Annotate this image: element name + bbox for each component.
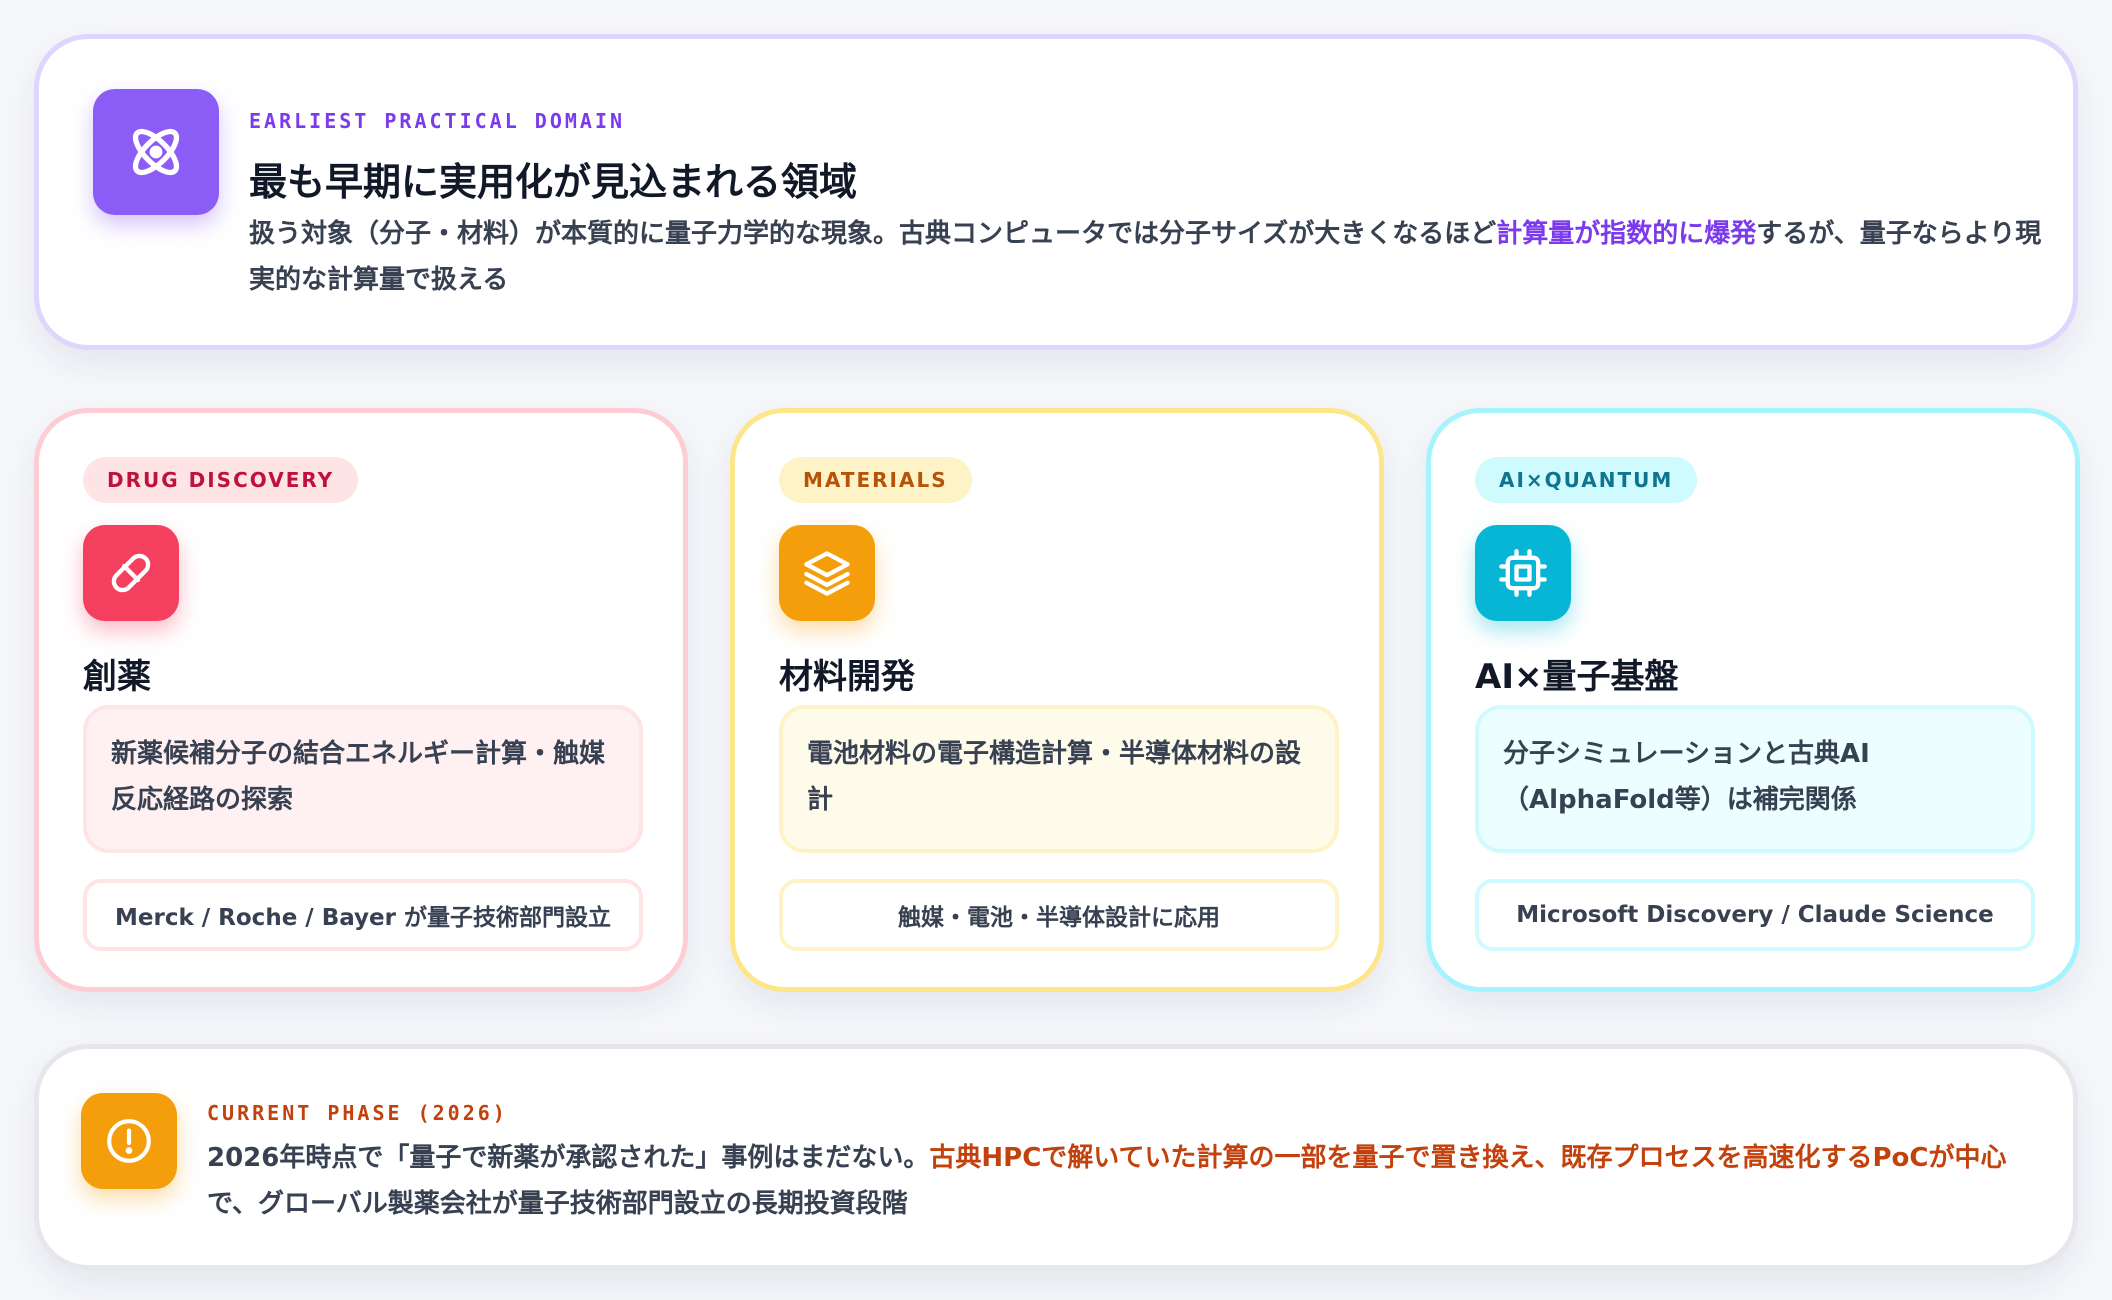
phase-description: 2026年時点で「量子で新薬が承認された」事例はまだない。古典HPCで解いていた… [207,1135,2047,1227]
layers-icon [779,525,875,621]
description-text: 2026年時点で「量子で新薬が承認された」事例はまだない。 [207,1143,930,1173]
domain-detail: 分子シミュレーションと古典AI（AlphaFold等）は補完関係 [1475,705,2035,853]
description-text: で、グローバル製薬会社が量子技術部門設立の長期投資段階 [207,1189,908,1219]
domain-footer: Microsoft Discovery / Claude Science [1475,879,2035,951]
pill-icon [83,525,179,621]
phase-eyebrow: CURRENT PHASE (2026) [207,1101,508,1125]
atom-icon [93,89,219,215]
cpu-chip-icon [1475,525,1571,621]
description-highlight: 古典HPCで解いていた計算の一部を量子で置き換え、既存プロセスを高速化するPoC… [929,1143,2007,1173]
domain-title: AI×量子基盤 [1475,657,1679,697]
description-highlight: 計算量が指数的に爆発 [1496,219,1757,249]
domain-title: 創薬 [83,657,151,697]
materials-card: MATERIALS 材料開発 電池材料の電子構造計算・半導体材料の設計 触媒・電… [730,408,1384,992]
category-tag: DRUG DISCOVERY [83,457,359,503]
earliest-domain-card: EARLIEST PRACTICAL DOMAIN 最も早期に実用化が見込まれる… [34,34,2078,350]
drug-discovery-card: DRUG DISCOVERY 創薬 新薬候補分子の結合エネルギー計算・触媒反応経… [34,408,688,992]
domain-footer: Merck / Roche / Bayer が量子技術部門設立 [83,879,643,951]
domain-title: 材料開発 [779,657,915,697]
ai-quantum-card: AI×QUANTUM AI×量子基盤 分子シミュレーションと古典AI（Alpha… [1426,408,2080,992]
domain-footer: 触媒・電池・半導体設計に応用 [779,879,1339,951]
domain-detail: 新薬候補分子の結合エネルギー計算・触媒反応経路の探索 [83,705,643,853]
section-eyebrow: EARLIEST PRACTICAL DOMAIN [249,109,626,133]
current-phase-card: CURRENT PHASE (2026) 2026年時点で「量子で新薬が承認され… [34,1044,2078,1270]
category-tag: MATERIALS [779,457,972,503]
alert-circle-icon [81,1093,177,1189]
section-description: 扱う対象（分子・材料）が本質的に量子力学的な現象。古典コンピュータでは分子サイズ… [249,211,2059,303]
section-title: 最も早期に実用化が見込まれる領域 [249,160,858,204]
category-tag: AI×QUANTUM [1475,457,1698,503]
domain-detail: 電池材料の電子構造計算・半導体材料の設計 [779,705,1339,853]
description-text: 扱う対象（分子・材料）が本質的に量子力学的な現象。古典コンピュータでは分子サイズ… [249,219,1497,249]
